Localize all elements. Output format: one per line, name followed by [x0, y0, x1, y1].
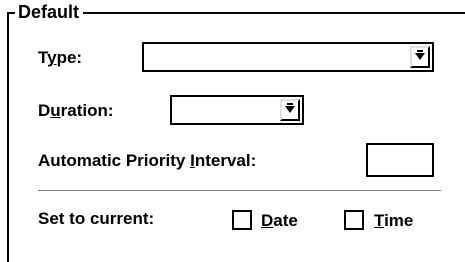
groupbox-title: Default — [15, 2, 84, 22]
auto-priority-interval-input[interactable] — [366, 143, 434, 177]
duration-dropdown-button[interactable] — [280, 99, 300, 121]
type-label: Type: — [38, 48, 83, 67]
auto-priority-interval-label: Automatic Priority Interval: — [38, 151, 257, 170]
time-checkbox[interactable] — [344, 210, 364, 230]
separator — [38, 190, 441, 192]
duration-label: Duration: — [38, 101, 114, 120]
type-combobox[interactable] — [142, 42, 434, 72]
set-to-current-label: Set to current: — [38, 209, 155, 228]
type-dropdown-button[interactable] — [410, 46, 430, 68]
dropdown-arrow-icon — [285, 106, 295, 113]
time-checkbox-label[interactable]: Time — [374, 210, 413, 232]
dropdown-arrow-icon — [415, 53, 425, 60]
duration-combobox[interactable] — [170, 95, 304, 125]
date-checkbox[interactable] — [232, 210, 252, 230]
date-checkbox-label[interactable]: Date — [261, 210, 298, 232]
